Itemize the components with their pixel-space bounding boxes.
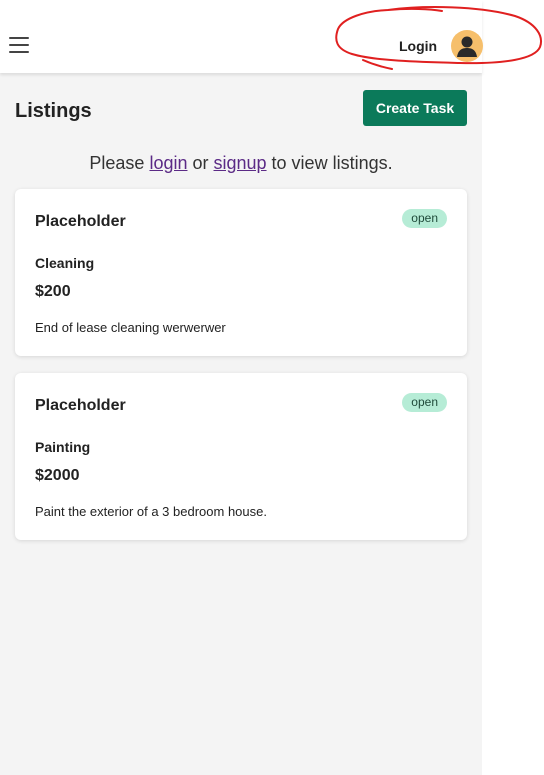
listing-card[interactable]: Placeholder open Cleaning $200 End of le… xyxy=(15,189,467,356)
prompt-text-after: to view listings. xyxy=(266,153,393,173)
listing-description: End of lease cleaning werwerwer xyxy=(35,320,226,335)
prompt-text-middle: or xyxy=(187,153,214,173)
status-badge: open xyxy=(402,393,447,412)
listing-category: Cleaning xyxy=(35,255,95,271)
listing-price: $2000 xyxy=(35,467,80,484)
signup-prompt-link[interactable]: signup xyxy=(214,153,267,173)
login-prompt-link[interactable]: login xyxy=(149,153,187,173)
listing-card[interactable]: Placeholder open Painting $2000 Paint th… xyxy=(15,373,467,540)
login-link[interactable]: Login xyxy=(399,38,437,54)
hamburger-menu-icon[interactable] xyxy=(9,37,29,54)
prompt-text-before: Please xyxy=(89,153,150,173)
status-badge: open xyxy=(402,209,447,228)
listing-description: Paint the exterior of a 3 bedroom house. xyxy=(35,504,267,519)
listing-title: Placeholder xyxy=(35,213,126,230)
listing-title: Placeholder xyxy=(35,397,126,414)
login-prompt: Please login or signup to view listings. xyxy=(0,153,482,174)
listing-price: $200 xyxy=(35,283,71,300)
page-title: Listings xyxy=(15,100,92,122)
top-header: Login xyxy=(0,0,483,73)
create-task-button[interactable]: Create Task xyxy=(363,90,467,126)
listing-category: Painting xyxy=(35,439,91,455)
app-container: Login Listings Create Task Please login … xyxy=(0,0,483,775)
user-avatar-icon[interactable] xyxy=(451,30,483,62)
